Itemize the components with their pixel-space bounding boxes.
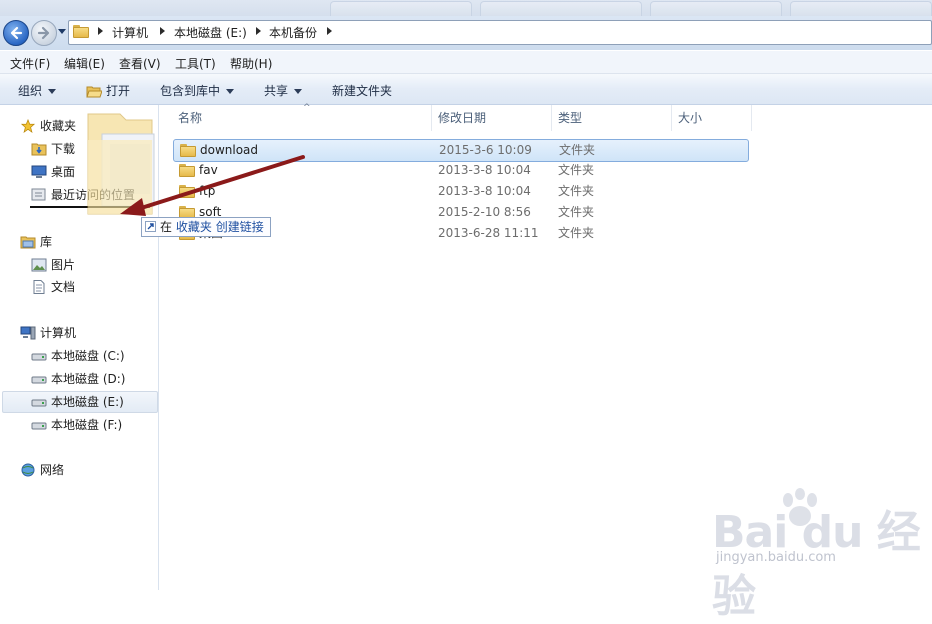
open-folder-icon (86, 86, 103, 98)
file-type: 文件夹 (559, 143, 596, 157)
dropdown-arrow-icon (226, 89, 235, 94)
column-header-name[interactable]: 名称 (172, 105, 432, 131)
column-header-size[interactable]: 大小 (672, 105, 752, 131)
file-date: 2015-3-6 10:09 (439, 143, 532, 157)
address-bar[interactable]: 计算机 本地磁盘 (E:) 本机备份 (68, 20, 932, 45)
breadcrumb-backup[interactable]: 本机备份 (269, 24, 317, 41)
drag-tooltip: 在 收藏夹 创建链接 (141, 217, 271, 237)
file-type: 文件夹 (558, 205, 595, 219)
drive-icon (31, 399, 47, 407)
background-tab (330, 1, 472, 16)
nav-label: 图片 (51, 258, 76, 272)
file-row-ftp[interactable]: ftp 2013-3-8 10:04 文件夹 (173, 181, 747, 202)
breadcrumb-drive-e[interactable]: 本地磁盘 (E:) (174, 24, 247, 41)
nav-label: 库 (40, 235, 53, 249)
desktop-icon (31, 165, 47, 178)
nav-label: 网络 (40, 463, 65, 477)
organize-label: 组织 (18, 84, 43, 98)
menu-view[interactable]: 查看(V) (119, 55, 161, 72)
recent-places-icon (31, 188, 46, 201)
file-type: 文件夹 (558, 226, 595, 240)
baidu-jingyan-watermark: Bai du 经验 jingyan.baidu.com (712, 488, 922, 622)
watermark-url: jingyan.baidu.com (716, 550, 836, 565)
dropdown-arrow-icon (294, 89, 303, 94)
background-tab (790, 1, 932, 16)
column-header-modified[interactable]: 修改日期 (432, 105, 552, 131)
nav-label: 本地磁盘 (D:) (51, 372, 126, 386)
network-icon (21, 463, 35, 477)
drag-ghost-folder-icon (87, 113, 155, 215)
tooltip-action: 创建链接 (215, 220, 264, 234)
star-icon (20, 119, 36, 133)
open-button[interactable]: 打开 (86, 82, 130, 99)
back-button[interactable] (3, 20, 29, 46)
breadcrumb-separator-icon[interactable] (327, 27, 332, 35)
nav-label: 收藏夹 (40, 119, 77, 133)
background-tab (650, 1, 782, 16)
background-tab (480, 1, 642, 16)
nav-label: 计算机 (40, 326, 77, 340)
nav-label: 文档 (51, 280, 76, 294)
breadcrumb-separator-icon[interactable] (98, 27, 103, 35)
menu-edit[interactable]: 编辑(E) (64, 55, 105, 72)
drive-icon (31, 353, 47, 361)
file-name: ftp (199, 184, 216, 198)
share-label: 共享 (264, 84, 289, 98)
include-in-library-button[interactable]: 包含到库中 (160, 82, 235, 99)
share-button[interactable]: 共享 (264, 82, 303, 99)
browser-tab-strip (0, 0, 932, 16)
include-in-library-label: 包含到库中 (160, 84, 221, 98)
drive-icon (31, 422, 47, 430)
shortcut-link-icon (145, 221, 156, 232)
file-row-fav[interactable]: fav 2013-3-8 10:04 文件夹 (173, 160, 747, 181)
dropdown-arrow-icon (48, 89, 57, 94)
file-type: 文件夹 (558, 163, 595, 177)
organize-button[interactable]: 组织 (18, 82, 57, 99)
documents-icon (33, 280, 45, 294)
library-icon (20, 236, 36, 249)
file-name: download (200, 143, 259, 157)
nav-label: 桌面 (51, 165, 76, 179)
breadcrumb-separator-icon[interactable] (160, 27, 165, 35)
new-folder-button[interactable]: 新建文件夹 (332, 82, 392, 99)
menu-tools[interactable]: 工具(T) (175, 55, 216, 72)
forward-button[interactable] (31, 20, 57, 46)
file-row-download[interactable]: download 2015-3-6 10:09 文件夹 (173, 139, 749, 162)
file-date: 2013-3-8 10:04 (438, 163, 531, 177)
recent-pages-dropdown-icon[interactable] (58, 27, 66, 35)
column-header-type[interactable]: 类型 (552, 105, 672, 131)
nav-label: 本地磁盘 (F:) (51, 418, 123, 432)
folder-icon (73, 25, 89, 38)
back-arrow-icon (10, 26, 23, 40)
folder-icon (179, 164, 195, 177)
file-date: 2013-6-28 11:11 (438, 226, 539, 240)
file-date: 2013-3-8 10:04 (438, 184, 531, 198)
menu-bar: 文件(F) 编辑(E) 查看(V) 工具(T) 帮助(H) (0, 51, 932, 74)
tooltip-prefix: 在 (160, 220, 173, 234)
menu-file[interactable]: 文件(F) (10, 55, 50, 72)
drive-icon (31, 376, 47, 384)
file-name: fav (199, 163, 218, 177)
computer-icon (20, 326, 36, 340)
tooltip-target: 收藏夹 (175, 220, 212, 234)
command-bar: 组织 打开 包含到库中 共享 新建文件夹 (0, 74, 932, 105)
file-date: 2015-2-10 8:56 (438, 205, 531, 219)
folder-icon (179, 185, 195, 198)
menu-help[interactable]: 帮助(H) (230, 55, 272, 72)
nav-label: 下载 (51, 142, 76, 156)
file-type: 文件夹 (558, 184, 595, 198)
forward-arrow-icon (37, 26, 50, 40)
folder-icon (180, 144, 196, 157)
downloads-folder-icon (31, 143, 47, 156)
open-label: 打开 (106, 84, 131, 98)
nav-label: 本地磁盘 (C:) (51, 349, 125, 363)
nav-label: 本地磁盘 (E:) (51, 395, 124, 409)
pictures-icon (31, 258, 47, 272)
breadcrumb-computer[interactable]: 计算机 (112, 24, 148, 41)
nav-item-e-drive[interactable]: 本地磁盘 (E:) (2, 391, 158, 413)
breadcrumb-separator-icon[interactable] (256, 27, 261, 35)
